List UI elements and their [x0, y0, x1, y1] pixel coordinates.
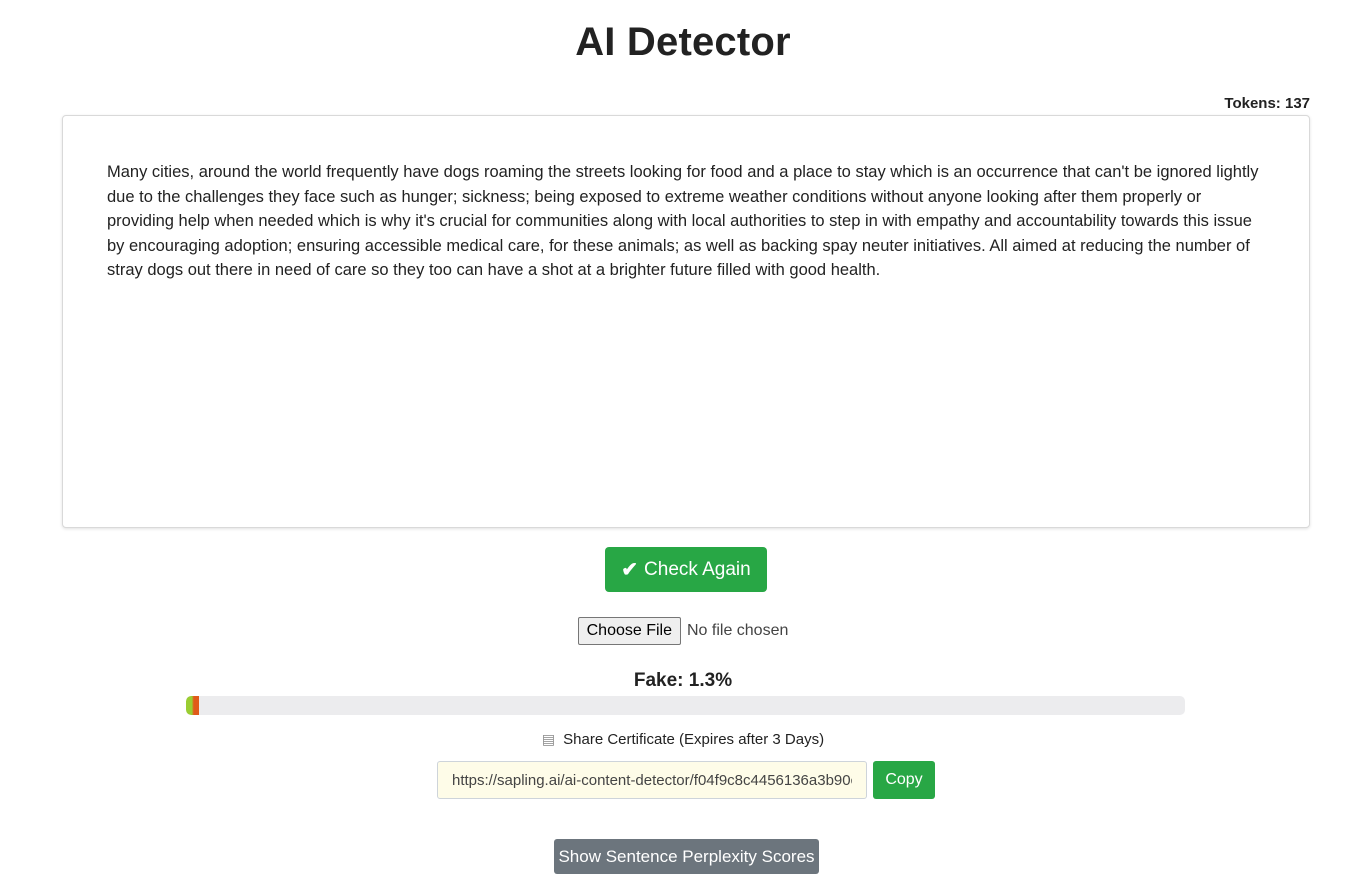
copy-button[interactable]: Copy [873, 761, 935, 799]
check-again-label: Check Again [644, 558, 751, 580]
share-url-input[interactable] [437, 761, 867, 799]
fake-score-fill [186, 696, 199, 715]
page: AI Detector Tokens: 137 Many cities, aro… [0, 0, 1366, 892]
check-again-button[interactable]: ✔ Check Again [605, 547, 767, 592]
choose-file-button[interactable]: Choose File [577, 617, 681, 645]
token-count: Tokens: 137 [1224, 95, 1310, 112]
share-certificate-row: ▤ Share Certificate (Expires after 3 Day… [0, 731, 1366, 748]
text-editor[interactable]: Many cities, around the world frequently… [62, 115, 1310, 528]
page-title: AI Detector [575, 20, 791, 64]
certificate-icon: ▤ [541, 731, 556, 747]
file-input-row: Choose File No file chosen [0, 617, 1366, 645]
file-status: No file chosen [686, 622, 789, 639]
share-certificate-label: Share Certificate (Expires after 3 Days) [563, 731, 825, 748]
share-url-row: Copy [437, 761, 935, 799]
checkmark-icon: ✔ [621, 558, 639, 581]
fake-score-bar [186, 696, 1185, 715]
show-perplexity-button[interactable]: Show Sentence Perplexity Scores [554, 839, 819, 874]
fake-score-label: Fake: 1.3% [633, 670, 733, 691]
